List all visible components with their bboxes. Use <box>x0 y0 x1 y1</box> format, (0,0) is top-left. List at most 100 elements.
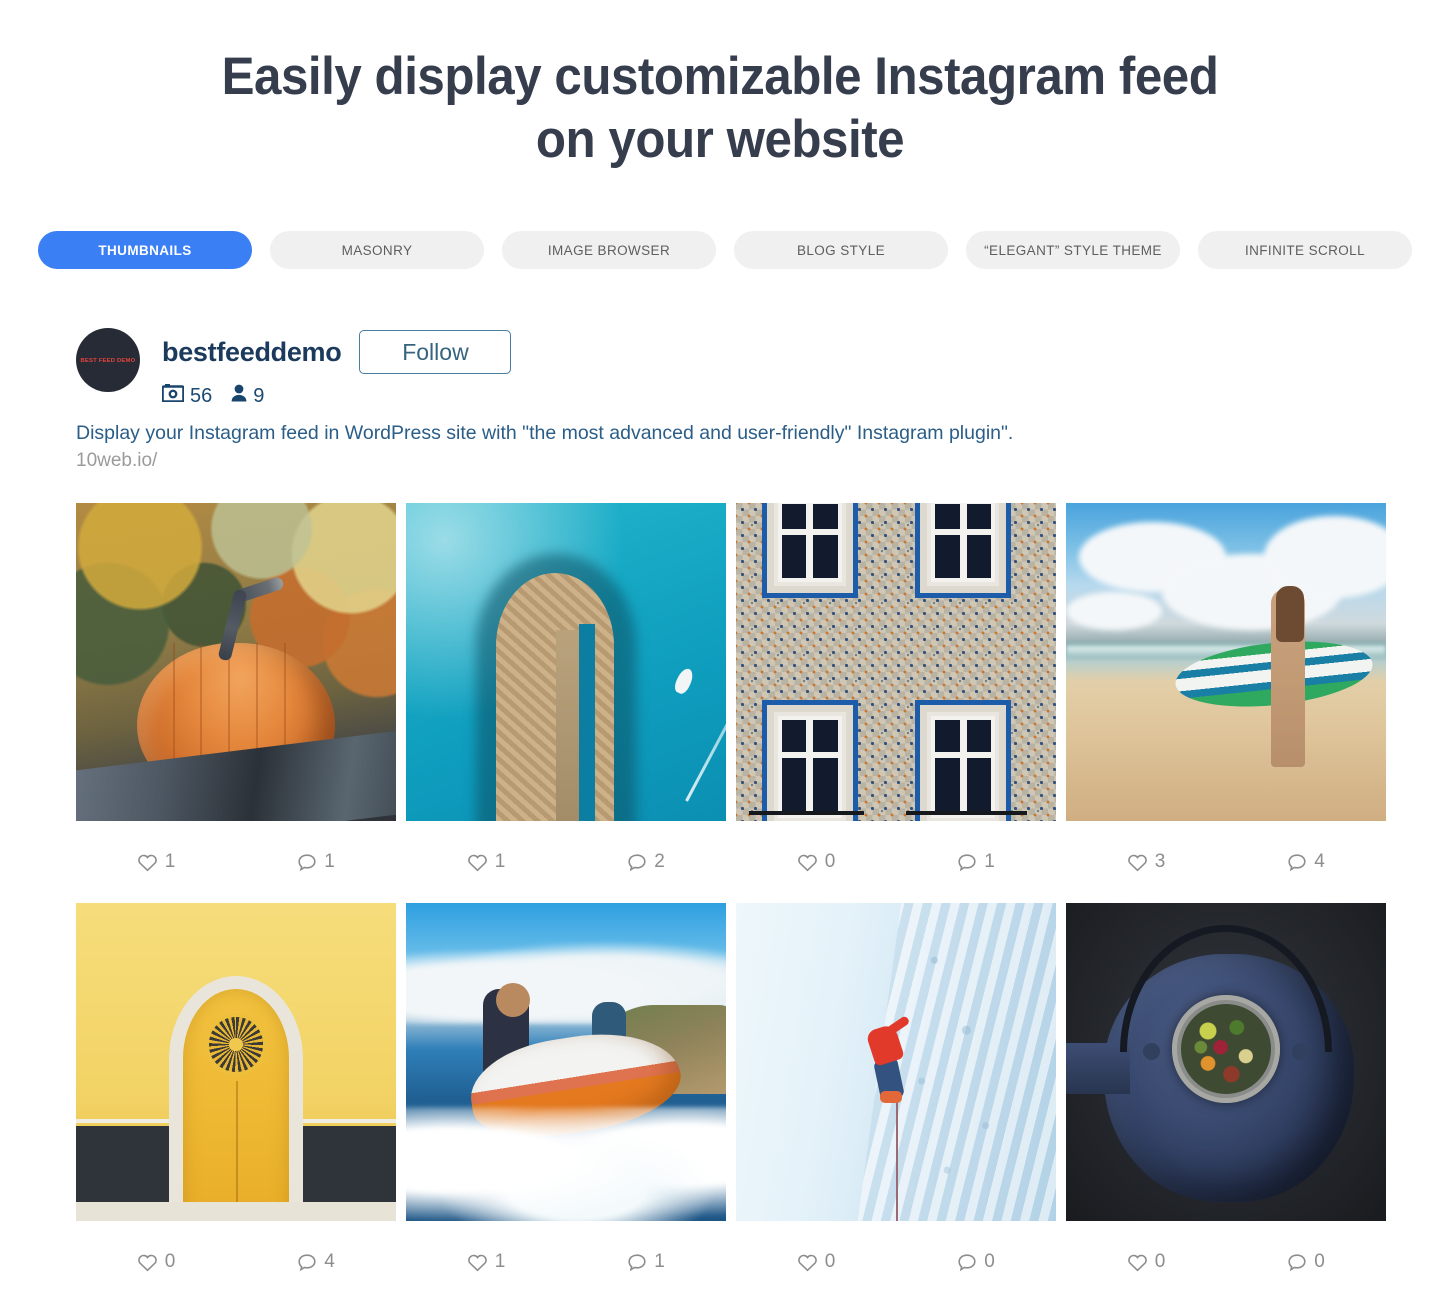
pumpkin-photo <box>76 503 396 821</box>
feed-item: 1 2 <box>406 503 726 903</box>
cloud <box>1066 592 1162 631</box>
comment-icon <box>297 853 317 872</box>
boat <box>672 666 696 697</box>
feed-thumbnail-teapot[interactable] <box>1066 903 1386 1221</box>
follow-button[interactable]: Follow <box>359 330 512 374</box>
followers-stat: 9 <box>231 384 264 408</box>
window-mullion <box>806 503 814 579</box>
page-title: Easily display customizable Instagram fe… <box>50 0 1389 171</box>
balcony-rail <box>905 811 1028 815</box>
feed-thumbnail-yellow-door[interactable] <box>76 903 396 1221</box>
feed-thumbnail-pumpkin[interactable] <box>76 503 396 821</box>
tab-masonry[interactable]: MASONRY <box>270 231 484 269</box>
likes-count: 0 <box>824 1251 836 1272</box>
door-rosette <box>208 1017 264 1072</box>
likes-count: 0 <box>1154 1251 1166 1272</box>
engagement-counts: 1 2 <box>406 821 726 903</box>
heart-icon <box>137 1253 158 1272</box>
window-transom <box>935 751 992 758</box>
comment-icon <box>1287 1253 1307 1272</box>
person-icon <box>231 384 247 408</box>
feed-thumbnail-speedboat[interactable] <box>406 903 726 1221</box>
tab-image-browser[interactable]: IMAGE BROWSER <box>502 231 716 269</box>
boat-wake <box>684 570 726 802</box>
comments-count-group: 1 <box>236 851 396 873</box>
window-pane <box>777 503 842 583</box>
aerial-pier-photo <box>406 503 726 821</box>
instagram-feed-demo-page: Easily display customizable Instagram fe… <box>0 0 1440 1293</box>
likes-count-group: 1 <box>406 1251 566 1273</box>
comments-count: 4 <box>324 1251 335 1272</box>
tab-blog-style[interactable]: BLOG STYLE <box>734 231 948 269</box>
heart-icon <box>467 1253 488 1272</box>
feed-thumbnail-aerial-pier[interactable] <box>406 503 726 821</box>
window-mullion <box>959 720 967 814</box>
comments-count-group: 2 <box>566 851 726 873</box>
feed-thumbnail-surfer-beach[interactable] <box>1066 503 1386 821</box>
comments-count-group: 1 <box>896 851 1056 873</box>
comments-count-group: 4 <box>236 1251 396 1273</box>
feed-item: 0 1 <box>736 503 1056 903</box>
profile-header: BEST FEED DEMO bestfeeddemo Follow 56 9 … <box>76 328 1366 472</box>
feed-item: 0 4 <box>76 903 396 1293</box>
comments-count: 0 <box>984 1251 995 1272</box>
tab-infinite-scroll[interactable]: INFINITE SCROLL <box>1198 231 1412 269</box>
comments-count: 1 <box>324 851 335 872</box>
heart-icon <box>137 853 158 872</box>
tab-elegant-style-theme[interactable]: “ELEGANT” STYLE THEME <box>966 231 1180 269</box>
profile-website[interactable]: 10web.io/ <box>76 450 1366 472</box>
avatar[interactable]: BEST FEED DEMO <box>76 328 140 392</box>
climbing-rope <box>896 1100 898 1221</box>
window <box>915 503 1012 599</box>
window-pane <box>931 716 996 818</box>
profile-username[interactable]: bestfeeddemo <box>162 337 342 368</box>
surfer-hair <box>1275 585 1304 642</box>
feed-item: 0 0 <box>736 903 1056 1293</box>
pier-channel <box>578 623 595 821</box>
comments-count-group: 1 <box>566 1251 726 1273</box>
speedboat-photo <box>406 903 726 1221</box>
window-mullion <box>959 503 967 579</box>
tiled-facade-photo <box>736 503 1056 821</box>
window-mullion <box>806 720 814 814</box>
comments-count: 1 <box>654 1251 665 1272</box>
window-transom <box>935 529 992 536</box>
profile-stats: 56 9 <box>161 384 511 408</box>
dark-wall-panel <box>296 1125 396 1202</box>
feed-item: 3 4 <box>1066 503 1386 903</box>
handle-knob <box>1142 1042 1160 1060</box>
layout-tabs: THUMBNAILS MASONRY IMAGE BROWSER BLOG ST… <box>38 231 1412 269</box>
likes-count: 3 <box>1154 851 1166 872</box>
page-title-line-2: on your website <box>535 109 905 169</box>
door-seam <box>236 1081 238 1202</box>
avatar-label: BEST FEED DEMO <box>80 356 136 364</box>
posts-stat: 56 <box>161 384 212 408</box>
engagement-counts: 0 0 <box>736 1221 1056 1293</box>
teapot-opening <box>1171 995 1281 1104</box>
heart-icon <box>797 1253 818 1272</box>
tab-thumbnails[interactable]: THUMBNAILS <box>38 231 252 269</box>
comment-icon <box>1287 853 1307 872</box>
dark-wall-panel <box>76 1125 176 1202</box>
likes-count: 0 <box>824 851 836 872</box>
likes-count-group: 1 <box>76 851 236 873</box>
yellow-door-photo <box>76 903 396 1221</box>
likes-count: 1 <box>494 1251 506 1272</box>
engagement-counts: 0 0 <box>1066 1221 1386 1293</box>
likes-count-group: 3 <box>1066 851 1226 873</box>
driver-head <box>495 982 530 1017</box>
window <box>761 503 858 599</box>
engagement-counts: 1 1 <box>76 821 396 903</box>
comments-count-group: 0 <box>1226 1251 1386 1273</box>
climber-boot <box>880 1090 902 1103</box>
feed-grid: 1 1 1 2 0 1 3 4 0 4 1 1 0 0 0 0 <box>76 503 1392 1293</box>
heart-icon <box>467 853 488 872</box>
camera-icon <box>161 384 185 408</box>
likes-count-group: 0 <box>76 1251 236 1273</box>
window-transom <box>781 751 838 758</box>
feed-thumbnail-tiled-facade[interactable] <box>736 503 1056 821</box>
feed-thumbnail-ice-climber[interactable] <box>736 903 1056 1221</box>
likes-count-group: 0 <box>736 851 896 873</box>
comments-count: 4 <box>1314 851 1325 872</box>
likes-count: 1 <box>494 851 506 872</box>
